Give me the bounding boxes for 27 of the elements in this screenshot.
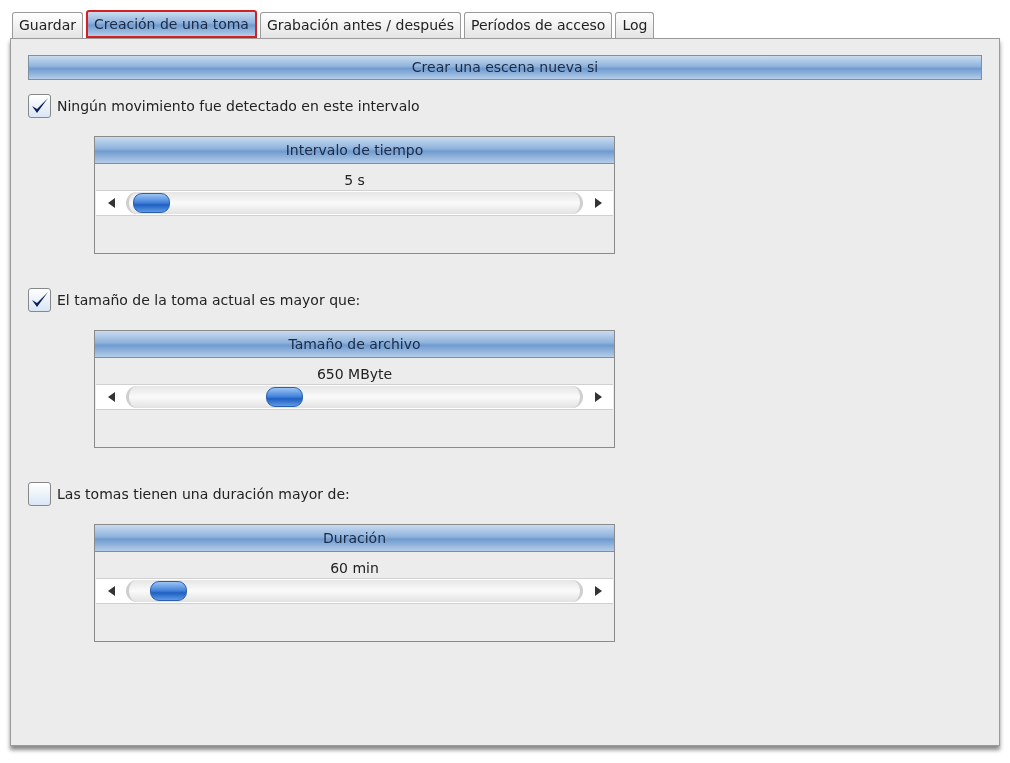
right-arrow-icon	[594, 392, 602, 402]
checkbox[interactable]	[28, 288, 51, 312]
tab[interactable]: Períodos de acceso	[464, 12, 613, 38]
checkbox[interactable]	[28, 482, 51, 506]
slider-reading: 5 s	[344, 172, 365, 188]
slider-thumb[interactable]	[149, 581, 187, 601]
left-arrow-icon	[107, 586, 115, 596]
checkbox-label: Las tomas tienen una duración mayor de:	[57, 484, 350, 504]
slider-thumb[interactable]	[265, 387, 303, 407]
slider-reading: 650 MByte	[316, 366, 393, 382]
right-arrow-icon	[594, 586, 602, 596]
checkbox-label: El tamaño de la toma actual es mayor que:	[57, 290, 361, 310]
slider-title: Tamaño de archivo	[95, 331, 614, 358]
section-header: Crear una escena nueva si	[28, 55, 982, 80]
right-arrow-icon	[594, 198, 602, 208]
tab[interactable]: Log	[615, 12, 655, 38]
tab[interactable]: Grabación antes / después	[259, 12, 461, 38]
left-arrow-icon	[107, 392, 115, 402]
slider-title: Intervalo de tiempo	[95, 137, 614, 164]
left-arrow-icon	[107, 198, 115, 208]
tab[interactable]: Guardar	[12, 12, 84, 38]
slider-title: Duración	[95, 525, 614, 552]
tab[interactable]: Creación de una toma	[86, 10, 257, 38]
slider-thumb[interactable]	[133, 193, 171, 213]
checkbox-label: Ningún movimiento fue detectado en este intervalo	[57, 96, 420, 116]
checkbox[interactable]	[28, 94, 51, 118]
slider-reading: 60 min	[330, 560, 379, 576]
